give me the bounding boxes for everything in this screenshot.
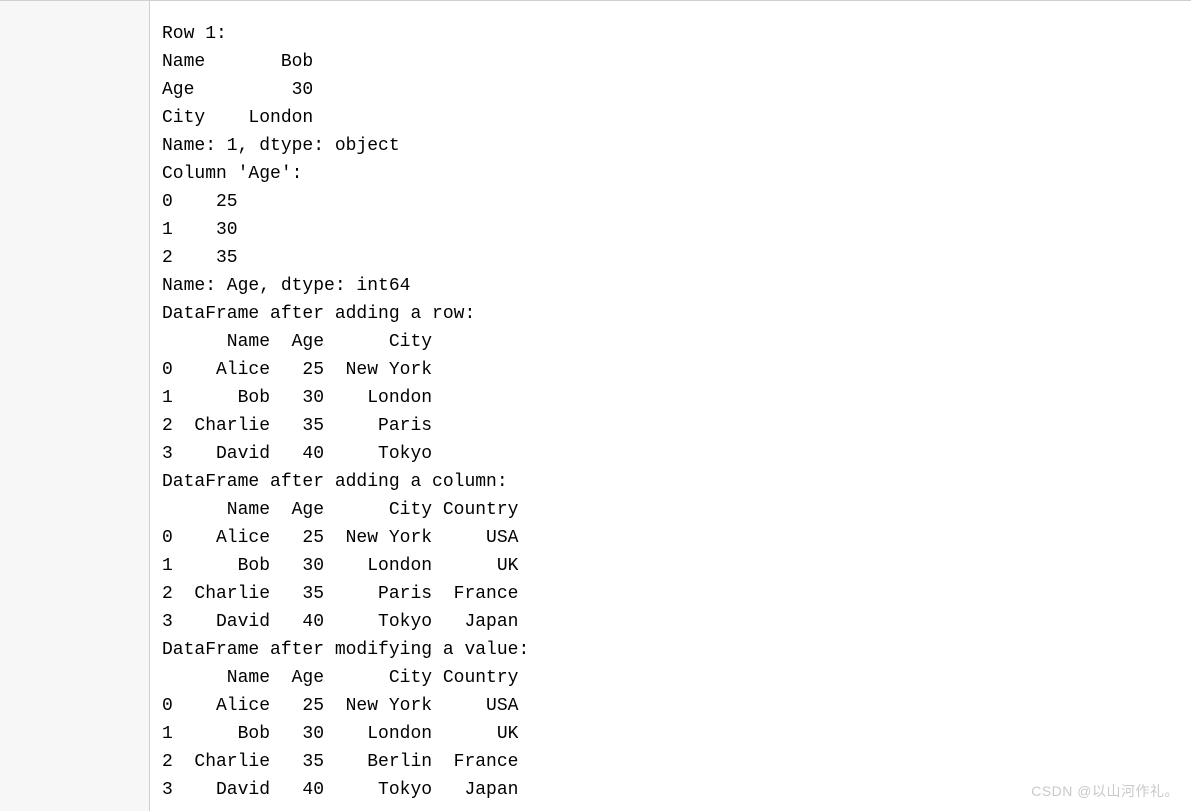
output-line: 0 Alice 25 New York USA	[162, 696, 518, 716]
output-line: 1 Bob 30 London UK	[162, 724, 518, 744]
output-line: Name: 1, dtype: object	[162, 136, 400, 156]
output-line: 3 David 40 Tokyo Japan	[162, 612, 518, 632]
cell-output: Row 1: Name Bob Age 30 City London Name:…	[162, 20, 529, 804]
watermark-text: CSDN @以山河作礼。	[1031, 777, 1179, 805]
output-line: 1 30	[162, 220, 238, 240]
output-line: Age 30	[162, 80, 313, 100]
output-line: Name Bob	[162, 52, 313, 72]
notebook-prompt-gutter	[0, 0, 150, 811]
output-line: Name Age City	[162, 332, 432, 352]
output-line: 2 35	[162, 248, 238, 268]
output-line: 2 Charlie 35 Paris	[162, 416, 432, 436]
output-line: 3 David 40 Tokyo Japan	[162, 780, 518, 800]
output-line: DataFrame after adding a column:	[162, 472, 508, 492]
output-line: Name: Age, dtype: int64	[162, 276, 410, 296]
output-line: 2 Charlie 35 Paris France	[162, 584, 518, 604]
output-line: Name Age City Country	[162, 500, 518, 520]
output-line: Name Age City Country	[162, 668, 518, 688]
output-line: 0 25	[162, 192, 238, 212]
output-line: 0 Alice 25 New York	[162, 360, 432, 380]
output-line: 2 Charlie 35 Berlin France	[162, 752, 518, 772]
output-line: DataFrame after adding a row:	[162, 304, 475, 324]
output-line: City London	[162, 108, 313, 128]
output-line: Row 1:	[162, 24, 227, 44]
output-line: 1 Bob 30 London	[162, 388, 432, 408]
output-line: 0 Alice 25 New York USA	[162, 528, 518, 548]
output-line: 3 David 40 Tokyo	[162, 444, 432, 464]
output-line: DataFrame after modifying a value:	[162, 640, 529, 660]
cell-top-border	[0, 0, 1191, 1]
output-line: 1 Bob 30 London UK	[162, 556, 518, 576]
output-line: Column 'Age':	[162, 164, 302, 184]
